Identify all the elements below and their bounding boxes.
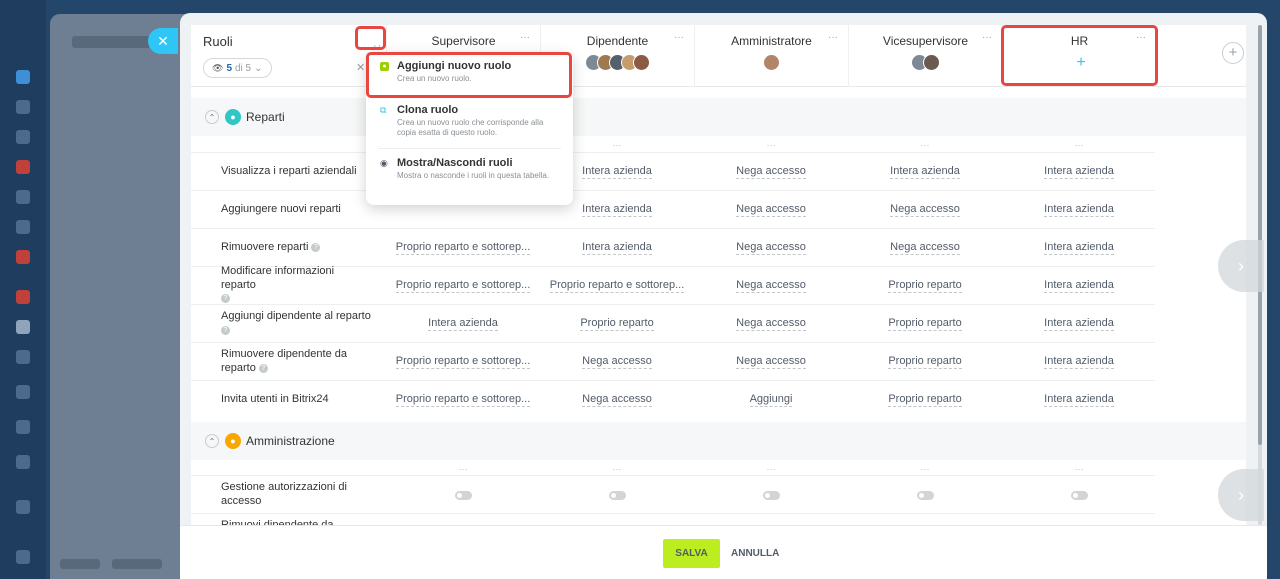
column-menu-button[interactable]: ··· (674, 32, 684, 43)
permission-label: Rimuovere dipendente da reparto? (221, 348, 347, 374)
chevron-up-icon[interactable]: ⌃ (205, 434, 219, 448)
permission-label: Invita utenti in Bitrix24 (221, 393, 329, 406)
column-vicesupervisore[interactable]: Vicesupervisore ··· (848, 25, 1002, 87)
column-menu-button[interactable]: ··· (828, 32, 838, 43)
menu-divider (378, 148, 561, 149)
departments-icon: ● (225, 109, 241, 125)
role-count-value: 5 (226, 62, 232, 74)
roles-panel: Ruoli 👁 5 di 5 ⌄ ✕ ··· Supervisore ··· D… (180, 13, 1267, 579)
clear-icon[interactable]: ✕ (356, 61, 365, 74)
section-amministrazione[interactable]: ⌃ ● Amministrazione (191, 422, 1246, 460)
column-name: Dipendente (586, 34, 649, 48)
close-icon: ✕ (157, 32, 169, 49)
cancel-button[interactable]: ANNULLA (731, 539, 779, 568)
save-button[interactable]: SALVA (663, 539, 720, 568)
clone-icon: ⧉ (380, 105, 387, 115)
footer-bar: SALVA ANNULLA (180, 525, 1267, 579)
avatar (633, 54, 650, 71)
administration-icon: ● (225, 433, 241, 449)
chevron-right-icon: › (1238, 484, 1244, 505)
permission-label: Modificare informazioni reparto? (221, 265, 335, 304)
scroll-right-button[interactable]: › (1218, 240, 1264, 292)
help-icon[interactable]: ? (221, 325, 230, 335)
permission-label: Aggiungi dipendente al reparto? (221, 310, 371, 335)
permission-toggle[interactable] (608, 490, 626, 500)
table-row: Visualizza i reparti aziendali Intera az… (191, 152, 1155, 190)
table-row: Modificare informazioni reparto? Proprio… (191, 265, 1155, 304)
chevron-down-icon: ⌄ (254, 62, 263, 74)
table-row: Gestione autorizzazioni di accesso (191, 475, 1155, 513)
table-row: Aggiungere nuovi reparti Intera azienda … (191, 190, 1155, 228)
permission-label: Visualizza i reparti aziendali (221, 165, 357, 178)
chevron-right-icon: › (1238, 255, 1244, 276)
table-row: Rimuovere reparti? Proprio reparto e sot… (191, 228, 1155, 266)
background-sidebar (0, 0, 46, 579)
role-count-total: di 5 (235, 62, 252, 74)
help-icon[interactable]: ? (258, 363, 268, 373)
role-count-selector[interactable]: 👁 5 di 5 ⌄ (203, 58, 272, 78)
permission-label: Rimuovere reparti? (221, 229, 371, 267)
column-name: Vicesupervisore (882, 34, 969, 48)
eye-icon: ◉ (380, 158, 388, 168)
highlight-menu-button (355, 26, 386, 50)
section-reparti[interactable]: ⌃ ● Reparti (191, 98, 1246, 136)
permission-toggle[interactable] (454, 490, 472, 500)
highlight-add-role (366, 52, 572, 98)
background-card (50, 14, 190, 579)
permission-label: Aggiungere nuovi reparti (221, 203, 341, 216)
table-row: Invita utenti in Bitrix24 Proprio repart… (191, 380, 1155, 418)
permission-toggle[interactable] (1070, 490, 1088, 500)
permission-toggle[interactable] (916, 490, 934, 500)
column-amministratore[interactable]: Amministratore ··· (694, 25, 848, 87)
help-icon[interactable]: ? (311, 242, 321, 252)
column-menu-button[interactable]: ··· (982, 32, 992, 43)
close-slider-button[interactable]: ✕ (148, 28, 178, 54)
section-title: Reparti (246, 110, 285, 124)
section-title: Amministrazione (246, 434, 335, 448)
table-row: Aggiungi dipendente al reparto? Intera a… (191, 304, 1155, 342)
avatar-group (695, 54, 848, 71)
permissions-table: Ruoli 👁 5 di 5 ⌄ ✕ ··· Supervisore ··· D… (191, 25, 1246, 539)
eye-icon: 👁 (212, 62, 224, 73)
column-name: Supervisore (431, 34, 496, 48)
scrollbar-thumb[interactable] (1258, 25, 1262, 445)
avatar (763, 54, 780, 71)
highlight-hr-column (1001, 25, 1158, 86)
avatar (923, 54, 940, 71)
column-name: Amministratore (731, 34, 812, 48)
permission-toggle[interactable] (762, 490, 780, 500)
table-row: Rimuovere dipendente da reparto? Proprio… (191, 342, 1155, 380)
help-icon[interactable]: ? (221, 294, 230, 304)
add-role-column-button[interactable]: + (1222, 42, 1244, 64)
permission-label: Gestione autorizzazioni di accesso (221, 481, 347, 507)
scroll-right-button-lower[interactable]: › (1218, 469, 1264, 521)
chevron-up-icon[interactable]: ⌃ (205, 110, 219, 124)
avatar-group (849, 54, 1002, 71)
roles-label: Ruoli (203, 34, 233, 49)
column-menu-button[interactable]: ··· (520, 32, 530, 43)
